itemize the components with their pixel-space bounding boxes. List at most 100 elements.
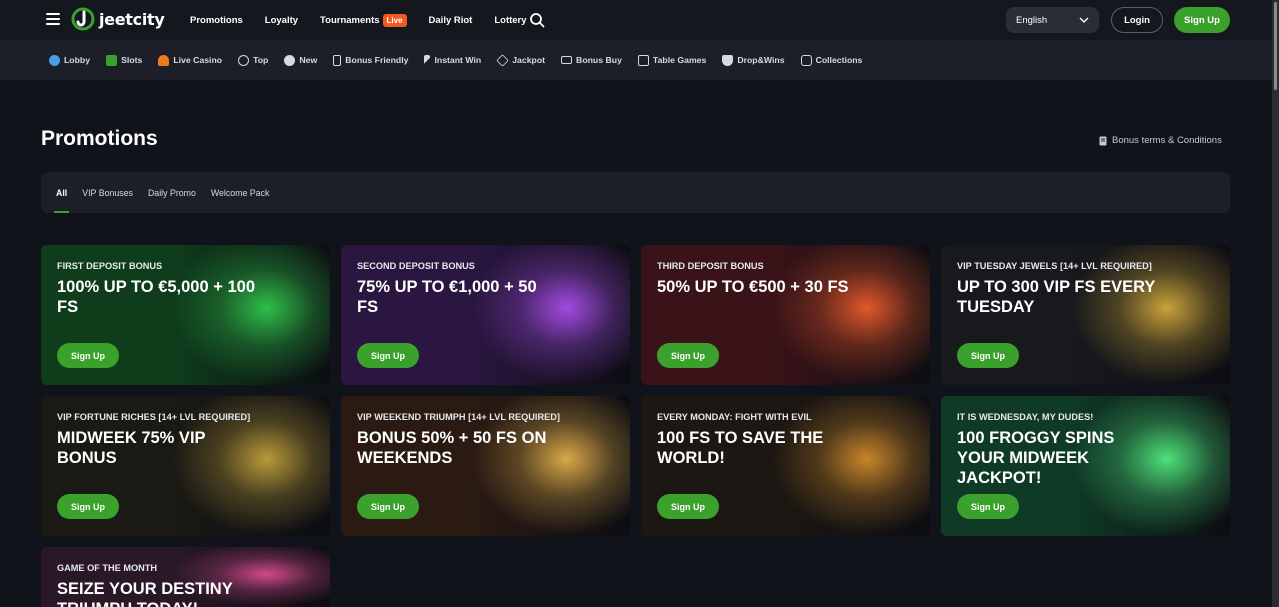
promo-signup-button[interactable]: Sign Up — [357, 494, 419, 519]
category-label: Bonus Friendly — [345, 55, 409, 65]
promo-card[interactable]: EVERY MONDAY: FIGHT WITH EVIL 100 FS TO … — [641, 396, 930, 536]
category-label: Bonus Buy — [576, 55, 622, 65]
nav-lottery[interactable]: Lottery — [494, 15, 526, 26]
promo-kicker: FIRST DEPOSIT BONUS — [57, 261, 163, 271]
promo-kicker: VIP TUESDAY JEWELS [14+ LVL REQUIRED] — [957, 261, 1152, 271]
promo-kicker: VIP WEEKEND TRIUMPH [14+ LVL REQUIRED] — [357, 412, 560, 422]
scrollbar-thumb[interactable] — [1274, 2, 1277, 90]
promo-headline: 100 FS TO SAVE THE WORLD! — [657, 429, 824, 467]
category-label: Drop&Wins — [737, 55, 785, 65]
page-title: Promotions — [41, 127, 158, 150]
tab-all[interactable]: All — [53, 172, 70, 213]
new-icon — [284, 54, 296, 66]
category-live-casino[interactable]: Live Casino — [158, 54, 223, 66]
promo-card[interactable]: FIRST DEPOSIT BONUS 100% UP TO €5,000 + … — [41, 245, 330, 385]
promo-kicker: EVERY MONDAY: FIGHT WITH EVIL — [657, 412, 812, 422]
nav-tournaments[interactable]: Tournaments Live — [320, 13, 407, 27]
jackpot-icon — [496, 53, 509, 67]
category-lobby[interactable]: Lobby — [49, 54, 91, 66]
promo-card[interactable]: VIP FORTUNE RICHES [14+ LVL REQUIRED] MI… — [41, 396, 330, 536]
chevron-down-icon — [1079, 17, 1089, 23]
language-select[interactable]: English — [1006, 7, 1099, 33]
promo-card[interactable]: THIRD DEPOSIT BONUS 50% UP TO €500 + 30 … — [641, 245, 930, 385]
category-new[interactable]: New — [284, 54, 318, 66]
promo-kicker: GAME OF THE MONTH — [57, 563, 158, 573]
promo-kicker: VIP FORTUNE RICHES [14+ LVL REQUIRED] — [57, 412, 251, 422]
promo-signup-button[interactable]: Sign Up — [657, 494, 719, 519]
main-nav: Promotions Loyalty Tournaments Live Daily… — [190, 0, 549, 40]
category-label: Jackpot — [512, 55, 546, 65]
tab-welcome-pack[interactable]: Welcome Pack — [211, 172, 270, 213]
live-casino-icon — [158, 54, 170, 66]
language-label: English — [1016, 14, 1048, 26]
promo-card[interactable]: VIP WEEKEND TRIUMPH [14+ LVL REQUIRED] B… — [341, 396, 630, 536]
search-icon[interactable] — [529, 12, 545, 28]
category-label: Table Games — [652, 55, 707, 65]
bonus-terms-label: Bonus terms & Conditions — [1112, 135, 1222, 146]
tab-vip-bonuses[interactable]: VIP Bonuses — [82, 172, 133, 213]
nav-promotions[interactable]: Promotions — [190, 15, 243, 26]
tab-daily-promo[interactable]: Daily Promo — [148, 172, 196, 213]
collections-icon — [800, 54, 812, 66]
lobby-icon — [49, 54, 60, 66]
category-top[interactable]: Top — [238, 54, 269, 66]
category-label: Collections — [815, 55, 863, 65]
promo-image — [771, 245, 930, 385]
drop-wins-icon — [722, 54, 734, 66]
signup-button[interactable]: Sign Up — [1174, 7, 1230, 33]
document-icon — [1099, 136, 1107, 145]
category-instant-win[interactable]: Instant Win — [424, 54, 482, 66]
top-icon — [238, 54, 250, 66]
nav-tournaments-label: Tournaments — [320, 14, 380, 26]
category-table-games[interactable]: Table Games — [637, 54, 707, 66]
bonus-terms-link[interactable]: Bonus terms & Conditions — [1099, 135, 1222, 146]
logo[interactable]: jeetcity — [71, 7, 165, 31]
promo-kicker: IT IS WEDNESDAY, MY DUDES! — [957, 412, 1094, 422]
promo-headline: BONUS 50% + 50 FS ON WEEKENDS — [357, 429, 547, 467]
category-label: Top — [253, 55, 269, 65]
promo-card[interactable]: GAME OF THE MONTH SEIZE YOUR DESTINY TRI… — [41, 547, 330, 607]
login-button[interactable]: Login — [1111, 7, 1163, 33]
promo-headline: 75% UP TO €1,000 + 50 FS — [357, 278, 537, 316]
category-label: Live Casino — [173, 55, 223, 65]
category-bonus-buy[interactable]: Bonus Buy — [561, 55, 622, 65]
nav-daily-riot[interactable]: Daily Riot — [429, 15, 473, 26]
slots-icon — [106, 54, 118, 66]
category-bar: Lobby Slots Live Casino Top New Bonus Fr… — [0, 40, 1272, 80]
promo-headline: UP TO 300 VIP FS EVERY TUESDAY — [957, 278, 1156, 316]
promo-signup-button[interactable]: Sign Up — [657, 343, 719, 368]
promo-signup-button[interactable]: Sign Up — [357, 343, 419, 368]
promo-card[interactable]: SECOND DEPOSIT BONUS 75% UP TO €1,000 + … — [341, 245, 630, 385]
category-collections[interactable]: Collections — [800, 54, 863, 66]
bonus-friendly-icon — [333, 54, 342, 66]
category-label: Slots — [121, 55, 143, 65]
top-header: jeetcity Promotions Loyalty Tournaments L… — [0, 0, 1272, 40]
promo-signup-button[interactable]: Sign Up — [957, 494, 1019, 519]
promo-headline: MIDWEEK 75% VIP BONUS — [57, 429, 206, 467]
category-drop-wins[interactable]: Drop&Wins — [722, 54, 785, 66]
category-label: New — [299, 55, 318, 65]
promo-tabs: All VIP Bonuses Daily Promo Welcome Pack — [41, 172, 1230, 213]
promo-signup-button[interactable]: Sign Up — [57, 494, 119, 519]
promo-signup-button[interactable]: Sign Up — [957, 343, 1019, 368]
category-slots[interactable]: Slots — [106, 54, 143, 66]
promo-headline: 50% UP TO €500 + 30 FS — [657, 278, 849, 296]
instant-win-icon — [424, 54, 431, 66]
menu-icon[interactable] — [46, 13, 60, 25]
bonus-buy-icon — [561, 56, 573, 64]
promo-kicker: SECOND DEPOSIT BONUS — [357, 261, 475, 271]
logo-text: jeetcity — [99, 9, 165, 29]
category-jackpot[interactable]: Jackpot — [496, 53, 546, 67]
scrollbar[interactable] — [1272, 0, 1279, 607]
promo-card[interactable]: VIP TUESDAY JEWELS [14+ LVL REQUIRED] UP… — [941, 245, 1230, 385]
logo-icon — [71, 7, 95, 31]
promo-card[interactable]: IT IS WEDNESDAY, MY DUDES! 100 FROGGY SP… — [941, 396, 1230, 536]
promo-headline: 100 FROGGY SPINS YOUR MIDWEEK JACKPOT! — [957, 429, 1115, 487]
promo-headline: 100% UP TO €5,000 + 100 FS — [57, 278, 255, 316]
promo-signup-button[interactable]: Sign Up — [57, 343, 119, 368]
promo-kicker: THIRD DEPOSIT BONUS — [657, 261, 764, 271]
category-label: Lobby — [64, 55, 91, 65]
category-label: Instant Win — [434, 55, 482, 65]
category-bonus-friendly[interactable]: Bonus Friendly — [333, 54, 409, 66]
nav-loyalty[interactable]: Loyalty — [265, 15, 298, 26]
